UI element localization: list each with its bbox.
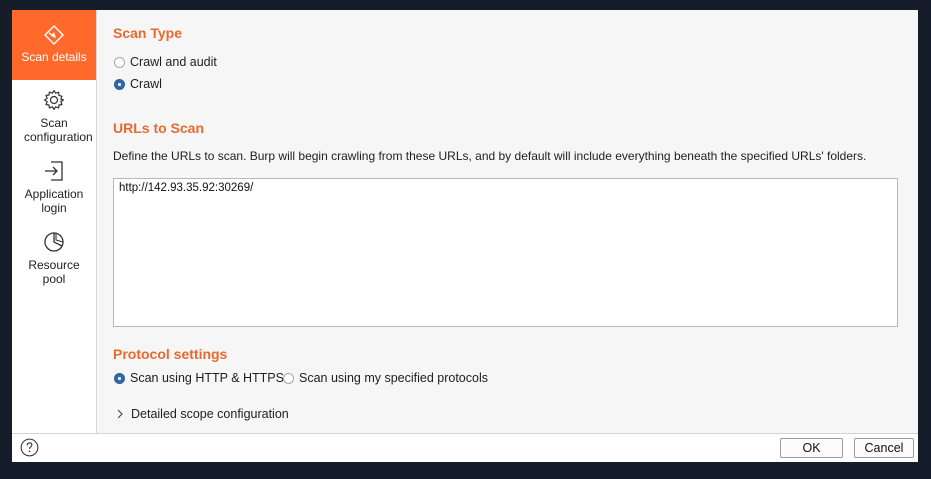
gear-icon bbox=[43, 89, 65, 111]
sidebar-item-label: Resource pool bbox=[28, 258, 80, 286]
url-entry: http://142.93.35.92:30269/ bbox=[119, 182, 254, 194]
sidebar-item-label: Scan configuration bbox=[24, 116, 93, 144]
sidebar-item-scan-configuration[interactable]: Scan configuration bbox=[12, 88, 96, 144]
help-icon[interactable] bbox=[20, 438, 39, 457]
detailed-scope-expander[interactable]: Detailed scope configuration bbox=[117, 407, 289, 421]
ok-button[interactable]: OK bbox=[780, 438, 843, 458]
sidebar-item-label: Application login bbox=[24, 187, 84, 215]
chevron-right-icon bbox=[117, 409, 123, 419]
sidebar-item-scan-details[interactable]: Scan details bbox=[12, 10, 96, 80]
urls-textarea[interactable]: http://142.93.35.92:30269/ bbox=[113, 178, 898, 327]
radio-specified-protocols[interactable]: Scan using my specified protocols bbox=[283, 371, 488, 385]
login-icon bbox=[45, 161, 63, 181]
radio-label: Crawl bbox=[130, 77, 162, 91]
radio-label: Scan using my specified protocols bbox=[299, 371, 488, 385]
sidebar: Scan details Scan configuration Applicat… bbox=[12, 10, 97, 433]
scan-target-icon bbox=[44, 25, 64, 45]
sidebar-item-application-login[interactable]: Application login bbox=[12, 159, 96, 215]
cancel-button[interactable]: Cancel bbox=[854, 438, 914, 458]
sidebar-item-resource-pool[interactable]: Resource pool bbox=[12, 230, 96, 286]
urls-description: Define the URLs to scan. Burp will begin… bbox=[113, 149, 867, 163]
radio-crawl-and-audit[interactable]: Crawl and audit bbox=[114, 55, 217, 69]
urls-to-scan-title: URLs to Scan bbox=[113, 120, 205, 136]
radio-button-selected[interactable] bbox=[114, 372, 125, 384]
radio-button[interactable] bbox=[283, 372, 294, 384]
radio-crawl[interactable]: Crawl bbox=[114, 77, 162, 91]
radio-button-selected[interactable] bbox=[114, 78, 125, 90]
radio-button[interactable] bbox=[114, 56, 125, 68]
scan-type-title: Scan Type bbox=[113, 25, 182, 41]
radio-label: Crawl and audit bbox=[130, 55, 217, 69]
new-scan-dialog: Scan details Scan configuration Applicat… bbox=[12, 10, 918, 462]
sidebar-item-label: Scan details bbox=[21, 50, 87, 64]
scan-details-panel: Scan Type Crawl and audit Crawl URLs to … bbox=[97, 10, 918, 433]
radio-label: Scan using HTTP & HTTPS bbox=[130, 371, 284, 385]
pie-chart-icon bbox=[44, 232, 64, 252]
expander-label: Detailed scope configuration bbox=[131, 407, 289, 421]
dialog-footer: OK Cancel bbox=[12, 433, 918, 462]
radio-http-https[interactable]: Scan using HTTP & HTTPS bbox=[114, 371, 284, 385]
protocol-settings-title: Protocol settings bbox=[113, 346, 228, 362]
